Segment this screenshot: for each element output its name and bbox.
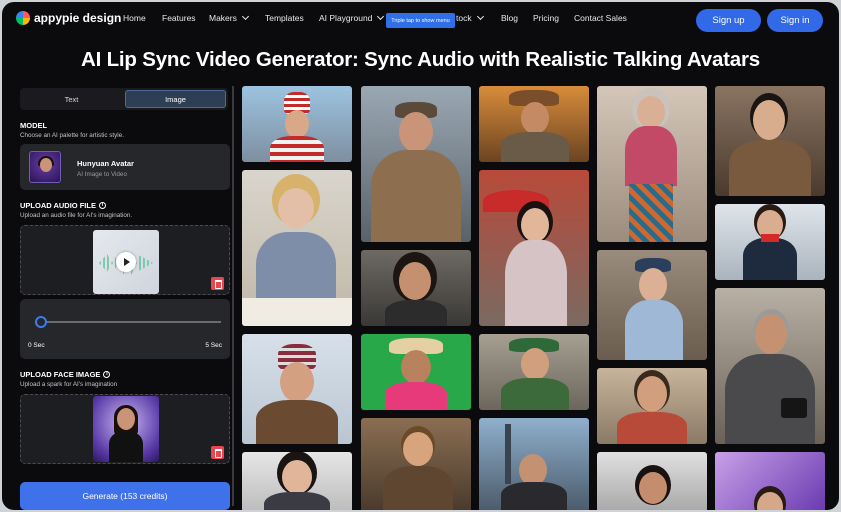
model-selector[interactable]: Hunyuan Avatar AI Image to Video — [20, 144, 230, 190]
chevron-down-icon — [241, 12, 249, 21]
audio-upload-area[interactable] — [20, 225, 230, 295]
man-city-skyline-icon[interactable] — [479, 418, 589, 510]
chevron-down-icon — [476, 12, 484, 21]
woman-with-headphones-icon[interactable] — [242, 170, 352, 326]
menu-item-blog[interactable]: Blog — [501, 13, 518, 23]
man-with-beer-icon[interactable] — [361, 418, 471, 510]
duration-min-label: 0 Sec — [28, 342, 45, 349]
model-name: Hunyuan Avatar — [77, 159, 134, 168]
smiling-man-icon[interactable] — [597, 368, 707, 444]
app-window: appypie design Home Features Makers Temp… — [2, 2, 839, 510]
sign-up-button[interactable]: Sign up — [696, 9, 761, 32]
face-subtitle: Upload a spark for AI's imagination — [20, 381, 118, 388]
cowboy-icon[interactable] — [479, 86, 589, 162]
flight-attendant-icon[interactable] — [715, 204, 825, 280]
model-heading: MODEL — [20, 121, 48, 130]
asian-man-icon[interactable] — [715, 86, 825, 196]
menu-item-contact-sales[interactable]: Contact Sales — [574, 13, 627, 23]
menu-tooltip: Triple tap to show menu — [386, 13, 455, 28]
older-woman-icon[interactable] — [597, 86, 707, 242]
menu-item-pricing[interactable]: Pricing — [533, 13, 559, 23]
man-in-flat-cap-icon[interactable] — [361, 86, 471, 242]
appypie-logo-icon — [16, 11, 30, 25]
delete-audio-icon[interactable] — [211, 277, 224, 290]
logo[interactable]: appypie design — [16, 11, 121, 25]
panel-scrollbar[interactable] — [232, 86, 234, 506]
woman-in-beret-icon[interactable] — [597, 250, 707, 360]
audio-preview — [93, 230, 159, 294]
woman-in-train-icon[interactable] — [597, 452, 707, 510]
generate-button[interactable]: Generate (153 credits) — [20, 482, 230, 510]
model-description: AI Image to Video — [77, 171, 127, 178]
model-subtitle: Choose an AI palette for artistic style. — [20, 132, 124, 139]
menu-item-makers[interactable]: Makers — [209, 12, 249, 23]
man-in-green-hat-icon[interactable] — [479, 334, 589, 410]
menu-item-features[interactable]: Features — [162, 13, 196, 23]
top-nav: appypie design Home Features Makers Temp… — [2, 2, 839, 38]
photographer-man-icon[interactable] — [715, 288, 825, 444]
tab-image[interactable]: Image — [125, 90, 226, 108]
info-icon[interactable]: i — [103, 371, 111, 378]
menu-item-home[interactable]: Home — [123, 13, 146, 23]
logo-text: appypie design — [34, 11, 122, 25]
audio-subtitle: Upload an audio file for AI's imaginatio… — [20, 212, 133, 219]
duration-slider-card: 0 Sec 5 Sec — [20, 299, 230, 359]
face-upload-area[interactable] — [20, 394, 230, 464]
man-with-beanie-icon[interactable] — [242, 334, 352, 444]
duration-slider-handle[interactable] — [35, 316, 47, 328]
sign-in-button[interactable]: Sign in — [767, 9, 823, 32]
young-woman-icon[interactable] — [242, 452, 352, 510]
face-heading: UPLOAD FACE IMAGE i — [20, 370, 111, 379]
menu-item-templates[interactable]: Templates — [265, 13, 304, 23]
woman-with-umbrella-icon[interactable] — [479, 170, 589, 326]
delete-face-icon[interactable] — [211, 446, 224, 459]
page-title: AI Lip Sync Video Generator: Sync Audio … — [81, 48, 760, 71]
woman-in-straw-hat-icon[interactable] — [361, 334, 471, 410]
woman-purple-icon[interactable] — [715, 452, 825, 510]
menu-item-ai-playground[interactable]: AI Playground — [319, 12, 385, 23]
woman-portrait-icon[interactable] — [361, 250, 471, 326]
chevron-down-icon — [377, 12, 385, 21]
audio-heading: UPLOAD AUDIO FILE i — [20, 201, 106, 210]
input-tabs: Text Image — [20, 88, 228, 110]
model-thumbnail — [29, 151, 61, 183]
duration-track[interactable] — [35, 321, 221, 323]
menu-item-stock[interactable]: tock — [456, 12, 484, 23]
face-preview — [93, 396, 159, 462]
info-icon[interactable]: i — [98, 202, 106, 209]
duration-max-label: 5 Sec — [205, 342, 222, 349]
generator-panel: Text Image MODEL Choose an AI palette fo… — [12, 86, 232, 510]
play-icon[interactable] — [116, 252, 136, 272]
man-in-flag-hat-icon[interactable] — [242, 86, 352, 162]
tab-text[interactable]: Text — [22, 90, 121, 108]
